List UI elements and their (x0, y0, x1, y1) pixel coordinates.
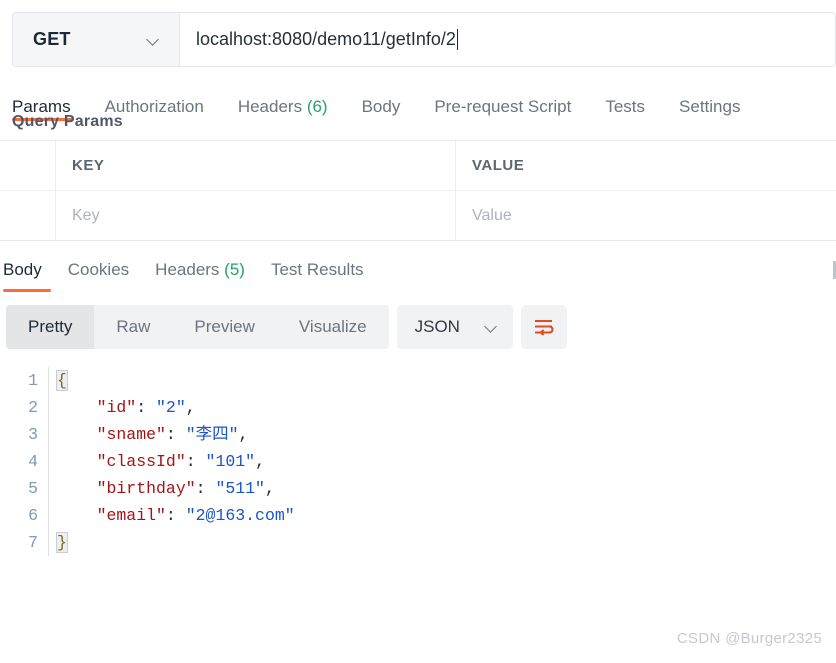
line-number: 5 (28, 479, 38, 498)
code-token-k: "id" (57, 398, 137, 417)
response-tab-body-label: Body (3, 260, 42, 279)
code-line: "sname": "李四", (57, 421, 836, 448)
line-number-gutter: 1 2 3 4 5 6 7 (0, 367, 48, 556)
code-token-p: , (255, 452, 265, 471)
code-token-v: "2@163.com" (185, 506, 295, 525)
code-line: { (56, 367, 836, 394)
response-body-viewer: 1 2 3 4 5 6 7 { "id": "2", "sname": "李四", "cla… (0, 367, 836, 556)
response-tab-cookies-label: Cookies (67, 260, 130, 279)
request-tabs: Params Authorization Headers (6) Body Pr… (0, 80, 836, 130)
param-value-placeholder: Value (472, 206, 512, 224)
code-token-k: "birthday" (57, 479, 196, 498)
row-checkbox-cell[interactable] (0, 191, 56, 240)
code-token-p: , (264, 479, 275, 498)
code-line: "birthday": "511", (57, 475, 836, 502)
value-header-cell: VALUE (456, 141, 836, 190)
key-column-header: KEY (72, 157, 105, 174)
tab-tests-label: Tests (605, 97, 646, 116)
response-tabs: Body Cookies Headers (5) Test Results (0, 253, 836, 287)
line-number: 3 (28, 425, 38, 444)
code-line: "email": "2@163.com" (57, 502, 836, 529)
code-token-k: "sname" (57, 425, 166, 444)
query-params-table: KEY VALUE Key Value (0, 140, 836, 241)
line-number: 2 (28, 398, 38, 417)
word-wrap-icon (534, 320, 554, 336)
response-section: Body Cookies Headers (5) Test Results (0, 253, 836, 292)
tab-headers-count: (6) (306, 97, 328, 116)
code-token-brace: { (56, 370, 68, 391)
chevron-down-icon (147, 33, 161, 47)
code-token-v: "李四" (185, 425, 239, 444)
line-number: 6 (28, 506, 38, 525)
response-tab-headers-label: Headers (155, 260, 220, 279)
tab-pre-request-script[interactable]: Pre-request Script (434, 97, 571, 120)
url-text: localhost:8080/demo11/getInfo/2 (196, 29, 456, 49)
view-mode-visualize-label: Visualize (298, 317, 367, 336)
code-token-v: "511" (215, 479, 265, 498)
text-cursor (456, 29, 459, 50)
param-value-input[interactable]: Value (456, 191, 836, 240)
view-mode-raw[interactable]: Raw (94, 305, 172, 349)
view-mode-preview-label: Preview (194, 317, 255, 336)
code-token-v: "2" (156, 398, 186, 417)
code-token-p: : (136, 398, 157, 417)
line-number: 7 (28, 533, 38, 552)
code-token-p: , (185, 398, 196, 417)
watermark: CSDN @Burger2325 (676, 630, 822, 647)
url-input[interactable]: localhost:8080/demo11/getInfo/2 (180, 13, 835, 66)
response-tab-cookies[interactable]: Cookies (68, 260, 129, 280)
view-mode-raw-label: Raw (116, 317, 151, 336)
response-view-toolbar: Pretty Raw Preview Visualize JSON (0, 305, 836, 349)
view-mode-visualize[interactable]: Visualize (277, 305, 389, 349)
view-mode-preview[interactable]: Preview (172, 305, 276, 349)
param-key-placeholder: Key (72, 206, 100, 224)
select-all-cell (0, 141, 56, 190)
request-url-bar: GET localhost:8080/demo11/getInfo/2 (12, 12, 836, 67)
word-wrap-toggle[interactable] (520, 305, 567, 349)
response-tab-headers[interactable]: Headers (5) (155, 260, 245, 280)
view-mode-pretty[interactable]: Pretty (6, 305, 95, 349)
tab-settings-label: Settings (679, 97, 741, 116)
table-row: Key Value (0, 191, 836, 240)
view-mode-pretty-label: Pretty (28, 317, 73, 336)
response-tab-headers-count: (5) (224, 260, 245, 279)
response-tab-body[interactable]: Body (3, 260, 42, 280)
code-line: "classId": "101", (57, 448, 836, 475)
code-token-p: : (165, 425, 186, 444)
chevron-down-icon (485, 320, 499, 334)
code-token-brace: } (56, 532, 68, 553)
tab-body-label: Body (361, 97, 401, 116)
code-line: } (56, 529, 836, 556)
value-column-header: VALUE (472, 157, 525, 174)
param-key-input[interactable]: Key (56, 191, 456, 240)
response-format-selector[interactable]: JSON (396, 305, 513, 349)
tab-tests[interactable]: Tests (605, 97, 645, 120)
response-tab-test-results-label: Test Results (270, 260, 364, 279)
response-format-label: JSON (414, 317, 460, 336)
tab-headers-label: Headers (237, 97, 303, 116)
code-token-p: : (185, 452, 206, 471)
code-token-v: "101" (205, 452, 256, 471)
response-body-code[interactable]: { "id": "2", "sname": "李四", "classId": "… (48, 367, 836, 556)
code-token-p: , (238, 425, 249, 444)
code-line: "id": "2", (57, 394, 836, 421)
table-header-row: KEY VALUE (0, 141, 836, 191)
active-response-tab-indicator (3, 289, 51, 292)
code-token-k: "classId" (57, 452, 186, 471)
tab-pre-request-script-label: Pre-request Script (434, 97, 572, 116)
tab-headers[interactable]: Headers (6) (238, 97, 328, 120)
code-token-p: : (195, 479, 216, 498)
line-number: 4 (28, 452, 38, 471)
http-method-label: GET (33, 29, 71, 49)
query-params-heading: Query Params (12, 113, 123, 130)
code-token-p: : (165, 506, 186, 525)
key-header-cell: KEY (56, 141, 456, 190)
http-method-selector[interactable]: GET (13, 13, 180, 66)
code-token-k: "email" (57, 506, 166, 525)
view-mode-group: Pretty Raw Preview Visualize (6, 305, 389, 349)
tab-settings[interactable]: Settings (679, 97, 740, 120)
line-number: 1 (28, 371, 38, 390)
tab-body[interactable]: Body (362, 97, 401, 120)
response-tab-test-results[interactable]: Test Results (271, 260, 364, 280)
